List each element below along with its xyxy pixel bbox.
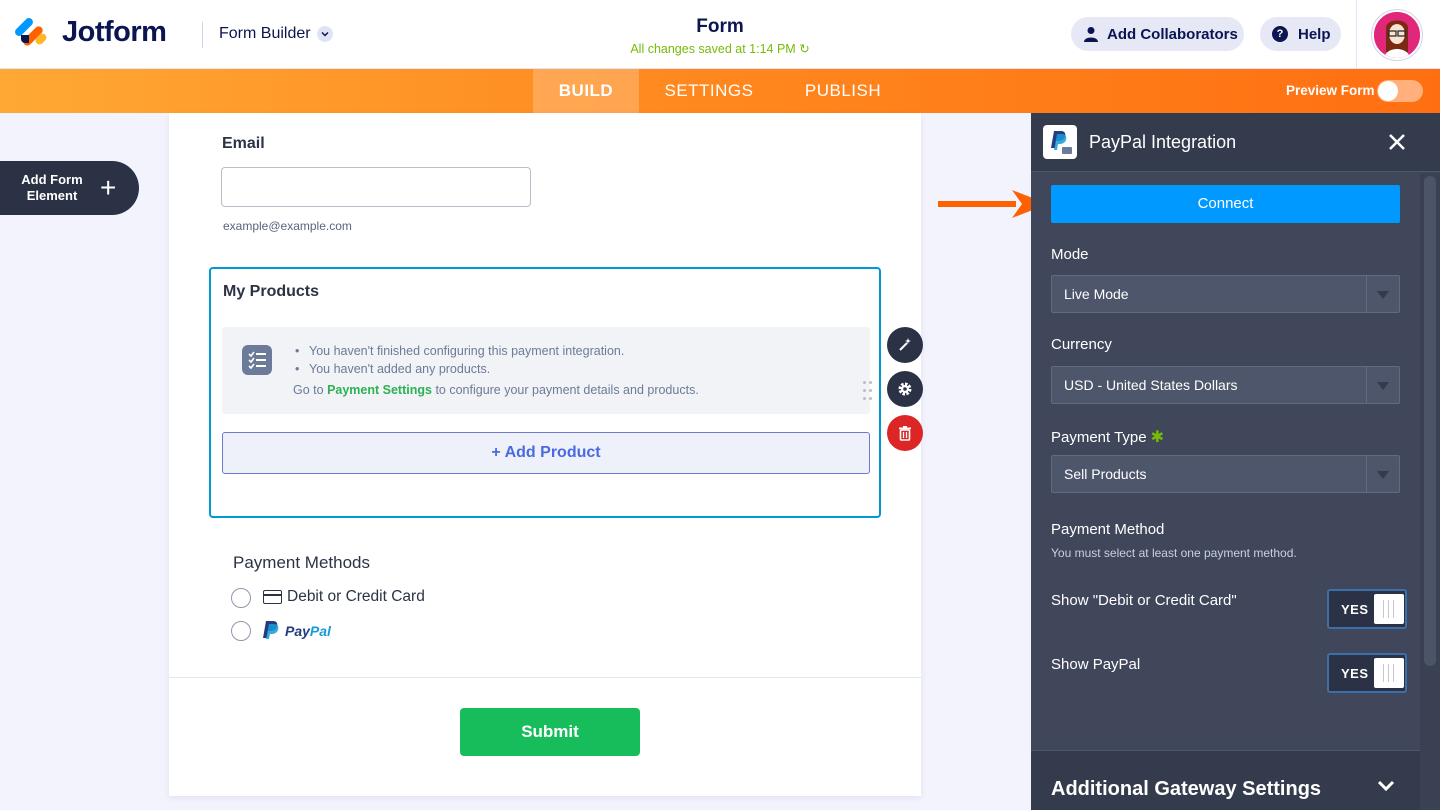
form-builder-label: Form Builder [219,25,311,42]
header-divider [202,22,203,48]
paypal-icon [263,621,279,639]
currency-select[interactable]: USD - United States Dollars [1051,366,1400,404]
warning-line-config: You haven't finished configuring this pa… [295,344,624,358]
tab-publish[interactable]: PUBLISH [790,69,896,113]
connect-button[interactable]: Connect [1051,185,1400,223]
jotform-logo[interactable]: Jotform [13,15,167,49]
payment-type-label-text: Payment Type [1051,429,1147,446]
avatar[interactable] [1372,10,1422,60]
show-paypal-toggle[interactable]: YES [1327,653,1407,693]
card-option-label: Debit or Credit Card [287,588,425,605]
show-paypal-label: Show PayPal [1051,656,1141,673]
products-label: My Products [223,283,320,300]
toggle-thumb [1374,658,1404,688]
tab-build[interactable]: BUILD [533,69,639,113]
gateway-settings-label: Additional Gateway Settings [1051,778,1322,800]
currency-select-value: USD - United States Dollars [1064,377,1238,393]
payment-type-select-value: Sell Products [1064,466,1147,482]
save-status: All changes saved at 1:14 PM ↻ [570,41,870,56]
list-check-icon [242,345,272,375]
show-card-toggle-value: YES [1341,602,1369,617]
header-separator [1356,0,1357,69]
products-field[interactable]: My Products You haven't finished configu… [209,267,881,518]
tab-settings[interactable]: SETTINGS [650,69,768,113]
card-radio[interactable] [231,588,251,608]
plus-icon: + [100,172,117,203]
show-paypal-toggle-value: YES [1341,666,1369,681]
additional-gateway-settings[interactable]: Additional Gateway Settings [1031,750,1440,810]
credit-card-icon [263,590,282,604]
wand-icon[interactable] [887,327,923,363]
add-form-element-label: Add Form Element [21,172,83,203]
top-bar: Jotform Form Builder Form All changes sa… [0,0,1440,69]
warning-prefix: Go to [293,383,324,397]
paypal-integration-panel: PayPal Integration Connect Mode Live Mod… [1031,113,1440,810]
preview-form-toggle[interactable] [1377,80,1423,102]
show-card-toggle[interactable]: YES [1327,589,1407,629]
warning-line-settings: Go to Payment Settings to configure your… [293,383,699,397]
form-builder-dropdown[interactable]: Form Builder [219,25,333,43]
brand-name: Jotform [62,16,167,48]
user-icon [1084,27,1098,42]
payment-method-sublabel: You must select at least one payment met… [1051,546,1297,560]
add-collaborators-button[interactable]: Add Collaborators [1071,17,1244,51]
caret-down-icon [1366,276,1399,312]
canvas-divider [169,677,921,678]
paypal-radio[interactable] [231,621,251,641]
mode-label: Mode [1051,246,1089,263]
preview-toggle-knob [1378,81,1398,101]
help-button[interactable]: ? Help [1260,17,1341,51]
save-status-text: All changes saved at 1:14 PM [630,42,796,56]
payment-type-label: Payment Type ✱ [1051,427,1164,447]
paypal-wordmark: PayPal [285,623,331,639]
jotform-logo-icon [13,15,49,48]
show-card-label: Show "Debit or Credit Card" [1051,592,1237,609]
payment-methods-label: Payment Methods [233,553,371,572]
payment-type-select[interactable]: Sell Products [1051,455,1400,493]
trash-icon[interactable] [887,415,923,451]
warning-suffix: to configure your payment details and pr… [435,383,699,397]
mode-select-value: Live Mode [1064,286,1129,302]
paypal-logo-icon [1043,125,1077,159]
add-collaborators-label: Add Collaborators [1107,25,1238,43]
refresh-icon[interactable]: ↻ [799,42,809,56]
currency-label: Currency [1051,336,1112,353]
required-star-icon: ✱ [1150,429,1165,446]
panel-title: PayPal Integration [1089,132,1237,152]
panel-header: PayPal Integration [1031,113,1440,172]
builder-nav-bar: BUILD SETTINGS PUBLISH Preview Form [0,69,1440,113]
gear-icon[interactable] [887,371,923,407]
chevron-down-icon [1377,780,1395,792]
email-label: Email [222,135,265,152]
help-label: Help [1298,25,1331,43]
drag-handle-icon[interactable] [863,381,873,403]
add-product-button[interactable]: + Add Product [222,432,870,474]
email-sublabel: example@example.com [223,219,352,233]
form-title[interactable]: Form [620,16,820,38]
close-icon[interactable] [1386,131,1408,153]
email-field[interactable] [221,167,531,207]
chevron-down-icon [316,26,333,42]
caret-down-icon [1366,367,1399,403]
preview-form-label: Preview Form [1286,83,1375,98]
panel-scroll-thumb[interactable] [1424,176,1436,666]
submit-button[interactable]: Submit [460,708,640,756]
add-form-element-button[interactable]: Add Form Element + [0,161,139,215]
mode-select[interactable]: Live Mode [1051,275,1400,313]
help-icon: ? [1272,26,1288,42]
warning-line-products: You haven't added any products. [295,362,490,376]
payment-warning: You haven't finished configuring this pa… [222,327,870,414]
toggle-thumb [1374,594,1404,624]
payment-method-label: Payment Method [1051,521,1165,538]
payment-settings-link[interactable]: Payment Settings [327,383,432,397]
form-canvas: Email example@example.com My Products Yo… [169,113,921,796]
caret-down-icon [1366,456,1399,492]
